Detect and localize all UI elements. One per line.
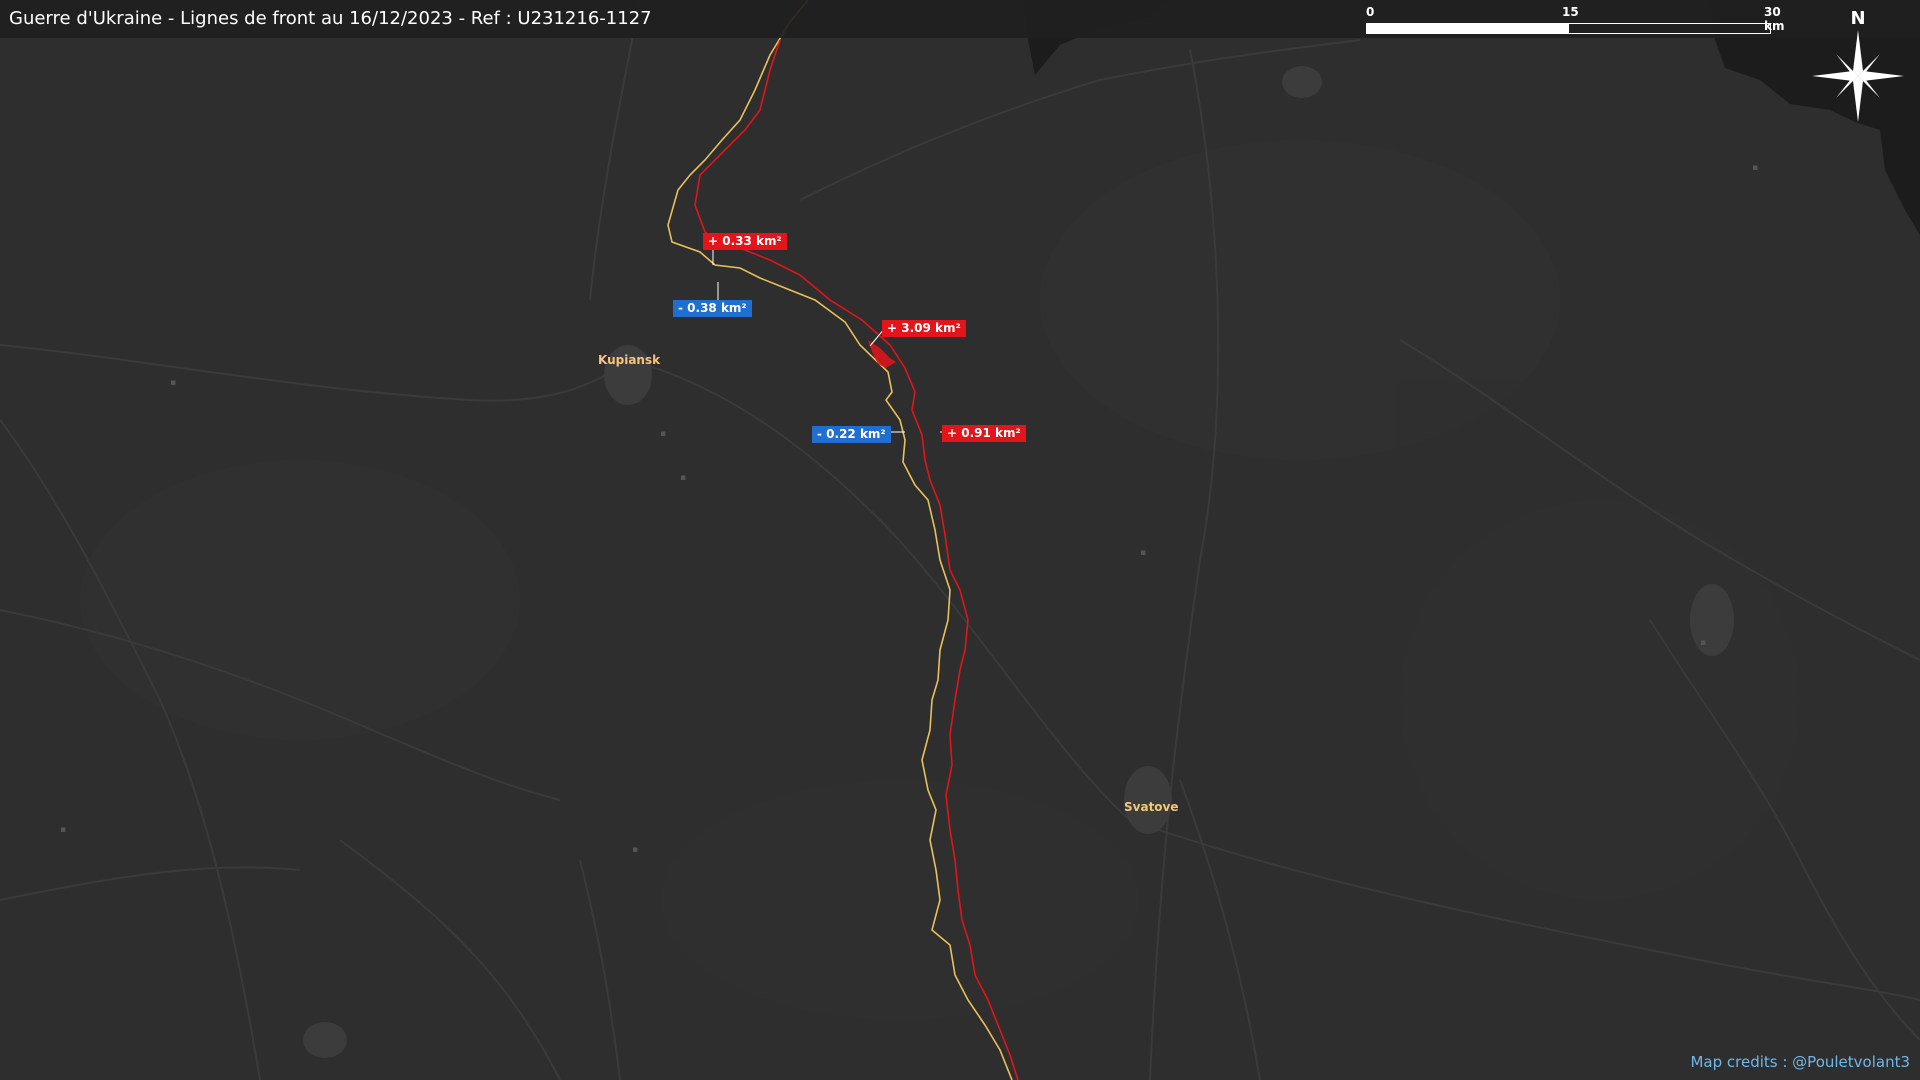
map-canvas[interactable]: ▪ ▪ ▪ ▪ ▪ ▪ ▪ ▪	[0, 0, 1920, 1080]
svg-text:▪: ▪	[1700, 638, 1706, 648]
scale-bar-filled	[1366, 23, 1569, 34]
scale-bar-empty	[1568, 23, 1771, 34]
city-label-svatove: Svatove	[1124, 800, 1179, 814]
gain-tag-1: + 0.33 km²	[703, 233, 787, 250]
loss-tag-2: - 0.22 km²	[812, 426, 891, 443]
gain-tag-3: + 0.91 km²	[942, 425, 1026, 442]
title-bar: Guerre d'Ukraine - Lignes de front au 16…	[0, 0, 1920, 38]
scale-bar-group: 0 15 30 km	[1364, 0, 1784, 38]
map-credits: Map credits : @Pouletvolant3	[1690, 1053, 1910, 1071]
svg-text:▪: ▪	[170, 378, 176, 388]
scale-label-15: 15	[1562, 5, 1579, 19]
svg-text:▪: ▪	[60, 825, 66, 835]
compass-rose: N	[1810, 8, 1906, 122]
svg-text:▪: ▪	[1140, 548, 1146, 558]
compass-north-label: N	[1850, 8, 1866, 29]
compass-star-icon	[1812, 30, 1904, 122]
map-title: Guerre d'Ukraine - Lignes de front au 16…	[9, 8, 652, 29]
loss-tag-1: - 0.38 km²	[673, 300, 752, 317]
city-label-kupiansk: Kupiansk	[598, 353, 661, 367]
svg-text:▪: ▪	[660, 429, 666, 439]
svg-text:▪: ▪	[632, 845, 638, 855]
svg-text:▪: ▪	[1752, 163, 1758, 173]
scale-label-0: 0	[1366, 5, 1375, 19]
gain-tag-2: + 3.09 km²	[882, 320, 966, 337]
svg-text:▪: ▪	[680, 473, 686, 483]
